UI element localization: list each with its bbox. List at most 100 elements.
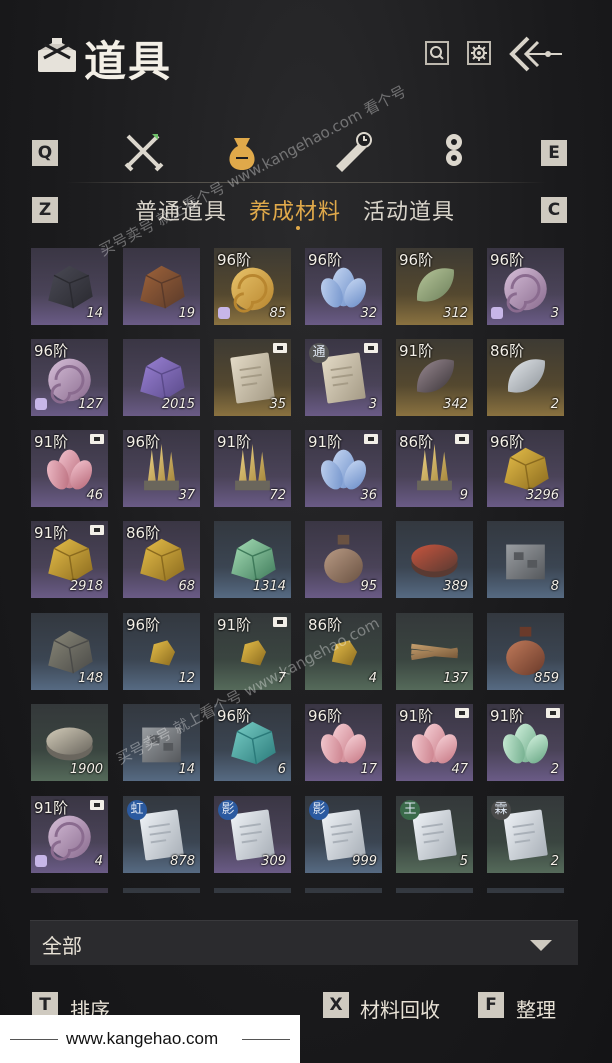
material-recycle-button[interactable]: 材料回收 xyxy=(360,994,440,1023)
item-slot[interactable]: 14 xyxy=(31,248,108,325)
settings-button[interactable] xyxy=(467,41,491,65)
lock-icon xyxy=(364,343,378,353)
item-count: 389 xyxy=(443,579,468,594)
item-count: 859 xyxy=(534,671,559,686)
item-count: 35 xyxy=(269,397,286,412)
item-tier: 86阶 xyxy=(308,616,343,634)
item-slot[interactable]: 91阶 46 xyxy=(31,430,108,507)
tab-general-items[interactable]: 普通道具 xyxy=(135,194,227,226)
item-slot[interactable]: 14 xyxy=(123,704,200,781)
item-tier: 91阶 xyxy=(399,342,434,360)
item-slot[interactable]: 86阶 4 xyxy=(305,613,382,690)
item-slot[interactable]: 王5 xyxy=(396,796,473,873)
item-slot[interactable]: 137 xyxy=(396,613,473,690)
item-slot[interactable]: 2015 xyxy=(123,339,200,416)
footer-banner: www.kangehao.com xyxy=(0,1015,300,1063)
prev-category-key[interactable]: Q xyxy=(32,140,58,166)
lock-icon xyxy=(364,434,378,444)
item-slot[interactable]: 1900 xyxy=(31,704,108,781)
item-slot[interactable] xyxy=(487,888,564,893)
item-tier: 96阶 xyxy=(126,433,161,451)
item-count: 3 xyxy=(550,306,559,321)
tab-cultivation-materials[interactable]: 养成材料 xyxy=(249,194,341,226)
item-count: 14 xyxy=(178,762,195,777)
item-slot[interactable]: 389 xyxy=(396,521,473,598)
next-subtab-key[interactable]: C xyxy=(541,197,567,223)
item-count: 36 xyxy=(360,488,377,503)
item-slot[interactable]: 35 xyxy=(214,339,291,416)
item-slot[interactable]: 8 xyxy=(487,521,564,598)
pouch-icon[interactable] xyxy=(220,130,264,174)
item-slot[interactable]: 96阶 6 xyxy=(214,704,291,781)
item-slot[interactable]: 95 xyxy=(305,521,382,598)
item-slot[interactable] xyxy=(305,888,382,893)
bound-icon xyxy=(218,307,230,319)
item-slot[interactable]: 91阶 47 xyxy=(396,704,473,781)
item-slot[interactable]: 霖2 xyxy=(487,796,564,873)
item-slot[interactable]: 91阶 72 xyxy=(214,430,291,507)
coins-icon[interactable] xyxy=(434,130,478,174)
item-slot[interactable] xyxy=(123,888,200,893)
item-slot[interactable]: 86阶 68 xyxy=(123,521,200,598)
item-slot[interactable]: 96阶 17 xyxy=(305,704,382,781)
item-slot[interactable]: 86阶 9 xyxy=(396,430,473,507)
filter-dropdown[interactable]: 全部 xyxy=(30,920,578,965)
tab-event-items[interactable]: 活动道具 xyxy=(363,194,455,226)
item-slot[interactable]: 96阶 85 xyxy=(214,248,291,325)
lock-icon xyxy=(455,434,469,444)
footer-url: www.kangehao.com xyxy=(66,1029,219,1048)
category-divider xyxy=(66,182,546,183)
item-slot[interactable]: 148 xyxy=(31,613,108,690)
item-slot[interactable]: 91阶 4 xyxy=(31,796,108,873)
item-slot[interactable]: 96阶 312 xyxy=(396,248,473,325)
item-tier: 91阶 xyxy=(34,433,69,451)
scroll-clock-icon[interactable] xyxy=(330,130,374,174)
item-slot[interactable]: 91阶 36 xyxy=(305,430,382,507)
item-slot[interactable]: 通3 xyxy=(305,339,382,416)
item-slot[interactable]: 96阶 3296 xyxy=(487,430,564,507)
inventory-chest-icon xyxy=(38,38,76,72)
active-tab-indicator xyxy=(296,226,300,230)
item-slot[interactable]: 96阶 32 xyxy=(305,248,382,325)
item-slot[interactable]: 96阶 12 xyxy=(123,613,200,690)
recycle-key[interactable]: X xyxy=(323,992,349,1018)
bound-icon xyxy=(35,855,47,867)
item-slot[interactable]: 影 999 xyxy=(305,796,382,873)
item-tier: 86阶 xyxy=(126,524,161,542)
item-count: 2 xyxy=(550,854,559,869)
item-count: 7 xyxy=(277,671,286,686)
item-slot[interactable]: 91阶 7 xyxy=(214,613,291,690)
item-count: 4 xyxy=(94,854,103,869)
item-slot[interactable] xyxy=(31,888,108,893)
item-slot[interactable]: 859 xyxy=(487,613,564,690)
item-slot[interactable]: 虹 878 xyxy=(123,796,200,873)
item-tier: 96阶 xyxy=(217,251,252,269)
stone-block-icon xyxy=(506,544,545,580)
item-slot[interactable]: 91阶 2918 xyxy=(31,521,108,598)
crossed-swords-icon[interactable] xyxy=(122,130,166,174)
item-slot[interactable]: 86阶 2 xyxy=(487,339,564,416)
search-button[interactable] xyxy=(425,41,449,65)
item-count: 47 xyxy=(451,762,468,777)
item-slot[interactable]: 1314 xyxy=(214,521,291,598)
prev-subtab-key[interactable]: Z xyxy=(32,197,58,223)
back-arrow-icon[interactable] xyxy=(506,34,566,74)
bound-icon xyxy=(35,398,47,410)
item-slot[interactable]: 91阶 342 xyxy=(396,339,473,416)
arrange-key[interactable]: F xyxy=(478,992,504,1018)
item-slot[interactable]: 影 309 xyxy=(214,796,291,873)
item-count: 8 xyxy=(550,579,559,594)
page-title: 道具 xyxy=(84,37,173,86)
item-count: 85 xyxy=(269,306,286,321)
item-slot[interactable]: 91阶 2 xyxy=(487,704,564,781)
next-category-key[interactable]: E xyxy=(541,140,567,166)
item-slot[interactable] xyxy=(396,888,473,893)
item-count: 5 xyxy=(459,854,468,869)
item-tier: 86阶 xyxy=(490,342,525,360)
item-slot[interactable] xyxy=(214,888,291,893)
item-slot[interactable]: 96阶 3 xyxy=(487,248,564,325)
item-slot[interactable]: 96阶 37 xyxy=(123,430,200,507)
item-slot[interactable]: 96阶 127 xyxy=(31,339,108,416)
item-slot[interactable]: 19 xyxy=(123,248,200,325)
arrange-button[interactable]: 整理 xyxy=(516,994,556,1023)
